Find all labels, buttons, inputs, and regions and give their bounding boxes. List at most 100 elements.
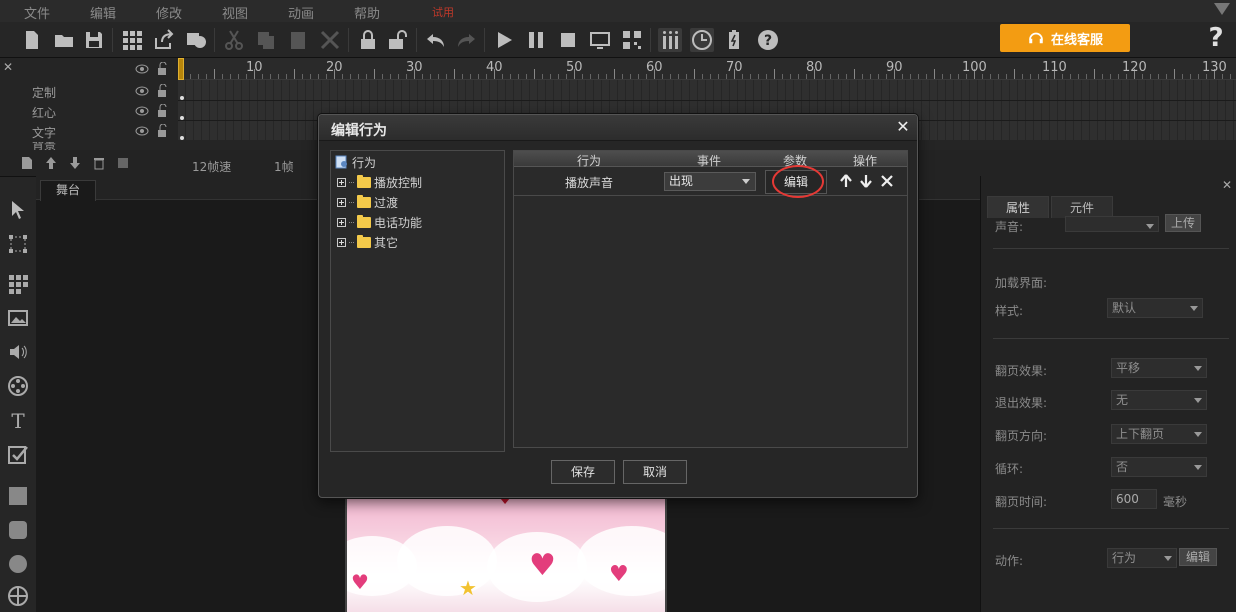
tree-item-transition[interactable]: 过渡: [337, 193, 398, 211]
redo-icon[interactable]: [454, 28, 478, 52]
action-edit-button[interactable]: 编辑: [1179, 548, 1217, 566]
timeline-close-icon[interactable]: ✕: [3, 60, 13, 74]
undo-icon[interactable]: [424, 28, 448, 52]
upload-button[interactable]: 上传: [1165, 214, 1201, 232]
close-icon[interactable]: ✕: [895, 119, 911, 135]
save-icon[interactable]: [82, 28, 106, 52]
grid-icon[interactable]: [120, 28, 144, 52]
qrcode-icon[interactable]: [620, 28, 644, 52]
exit-effect-select[interactable]: 无: [1111, 390, 1207, 410]
unlock-icon[interactable]: [386, 28, 410, 52]
grid-tool-icon[interactable]: [7, 273, 29, 295]
tree-item-phone[interactable]: 电话功能: [337, 213, 422, 231]
rounded-rect-icon[interactable]: [7, 519, 29, 541]
shapes-icon[interactable]: [184, 28, 208, 52]
action-select[interactable]: 行为: [1107, 548, 1177, 568]
arrow-up-icon[interactable]: [839, 174, 853, 188]
event-select[interactable]: 出现: [664, 172, 756, 191]
film-reel-icon[interactable]: [7, 375, 29, 397]
eye-icon[interactable]: [135, 125, 149, 137]
bars-icon[interactable]: [658, 28, 682, 52]
tab-stage[interactable]: 舞台: [40, 180, 96, 201]
frame-ruler[interactable]: 10 20 30 40 50 60 70 80 90 100 110 120 130: [178, 58, 1236, 80]
text-tool-icon[interactable]: T: [7, 409, 29, 433]
sound-select[interactable]: [1065, 216, 1159, 232]
cancel-button[interactable]: 取消: [623, 460, 687, 484]
cut-icon[interactable]: [222, 28, 246, 52]
expand-icon[interactable]: [337, 197, 346, 207]
loop-select[interactable]: 否: [1111, 457, 1207, 477]
rectangle-icon[interactable]: [7, 485, 29, 507]
flip-direction-select[interactable]: 上下翻页: [1111, 424, 1207, 444]
stop-icon[interactable]: [556, 28, 580, 52]
help-icon[interactable]: ?: [1204, 24, 1228, 52]
layer-row[interactable]: 定制: [16, 82, 178, 102]
menu-view[interactable]: 视图: [222, 3, 248, 22]
table-row[interactable]: 播放声音 出现 编辑: [514, 165, 907, 198]
circle-icon[interactable]: [7, 553, 29, 575]
open-folder-icon[interactable]: [52, 28, 76, 52]
tree-item-playback[interactable]: 播放控制: [337, 173, 422, 191]
image-icon[interactable]: [7, 307, 29, 329]
select-arrow-icon[interactable]: [7, 199, 29, 221]
tree-item-other[interactable]: 其它: [337, 233, 398, 251]
frame-rate-label[interactable]: 12帧速: [192, 158, 231, 175]
keyframe-dot[interactable]: [180, 96, 184, 100]
help-circle-icon[interactable]: ?: [756, 28, 780, 52]
transform-icon[interactable]: [7, 233, 29, 255]
flip-time-input[interactable]: 600: [1111, 489, 1157, 509]
flip-effect-select[interactable]: 平移: [1111, 358, 1207, 378]
move-up-icon[interactable]: [44, 156, 58, 170]
menu-animation[interactable]: 动画: [288, 3, 314, 22]
preview-monitor-icon[interactable]: [588, 28, 612, 52]
delete-icon[interactable]: [318, 28, 342, 52]
layer-row[interactable]: 背景: [16, 142, 178, 150]
header-eye-lock-icons[interactable]: [135, 61, 175, 79]
tree-root[interactable]: 行为: [335, 153, 376, 171]
lock-icon[interactable]: [157, 84, 169, 98]
lock-icon[interactable]: [157, 124, 169, 138]
expand-icon[interactable]: [337, 217, 346, 227]
menu-modify[interactable]: 修改: [156, 3, 182, 22]
new-file-icon[interactable]: [20, 28, 44, 52]
menu-trial[interactable]: 试用: [432, 4, 454, 20]
pause-icon[interactable]: [524, 28, 548, 52]
dialog-titlebar[interactable]: 编辑行为 ✕: [319, 115, 917, 141]
eye-icon[interactable]: [135, 105, 149, 117]
online-service-button[interactable]: 在线客服: [1000, 24, 1130, 52]
panel-close-icon[interactable]: ✕: [1222, 178, 1232, 192]
layer-row[interactable]: 红心: [16, 102, 178, 122]
menu-help[interactable]: 帮助: [354, 3, 380, 22]
paste-icon[interactable]: [286, 28, 310, 52]
new-layer-icon[interactable]: [20, 156, 34, 170]
collapse-arrow-icon[interactable]: [1214, 3, 1230, 15]
expand-icon[interactable]: [337, 237, 346, 247]
sound-icon[interactable]: [7, 341, 29, 363]
trash-icon[interactable]: [92, 156, 106, 170]
stage-canvas[interactable]: ♥ ♥ ♥ ♥ ★: [345, 496, 667, 612]
save-button[interactable]: 保存: [551, 460, 615, 484]
menu-file[interactable]: 文件: [24, 3, 50, 22]
remove-icon[interactable]: [880, 174, 894, 188]
menu-edit[interactable]: 编辑: [90, 3, 116, 22]
battery-icon[interactable]: [722, 28, 746, 52]
eye-icon[interactable]: [135, 85, 149, 97]
lock-icon[interactable]: [356, 28, 380, 52]
tab-symbols[interactable]: 元件: [1051, 196, 1113, 218]
clock-icon[interactable]: [690, 28, 714, 52]
target-icon[interactable]: [7, 585, 29, 607]
tab-properties[interactable]: 属性: [987, 196, 1049, 218]
move-down-icon[interactable]: [68, 156, 82, 170]
play-icon[interactable]: [492, 28, 516, 52]
style-select[interactable]: 默认: [1107, 298, 1203, 318]
keyframe-dot[interactable]: [180, 136, 184, 140]
lock-icon[interactable]: [157, 104, 169, 118]
layer-row[interactable]: 文字: [16, 122, 178, 142]
arrow-down-icon[interactable]: [859, 174, 873, 188]
layer-box-icon[interactable]: [116, 156, 130, 170]
checkbox-icon[interactable]: [7, 443, 29, 465]
copy-icon[interactable]: [254, 28, 278, 52]
expand-icon[interactable]: [337, 177, 346, 187]
share-icon[interactable]: [152, 28, 176, 52]
keyframe-dot[interactable]: [180, 116, 184, 120]
